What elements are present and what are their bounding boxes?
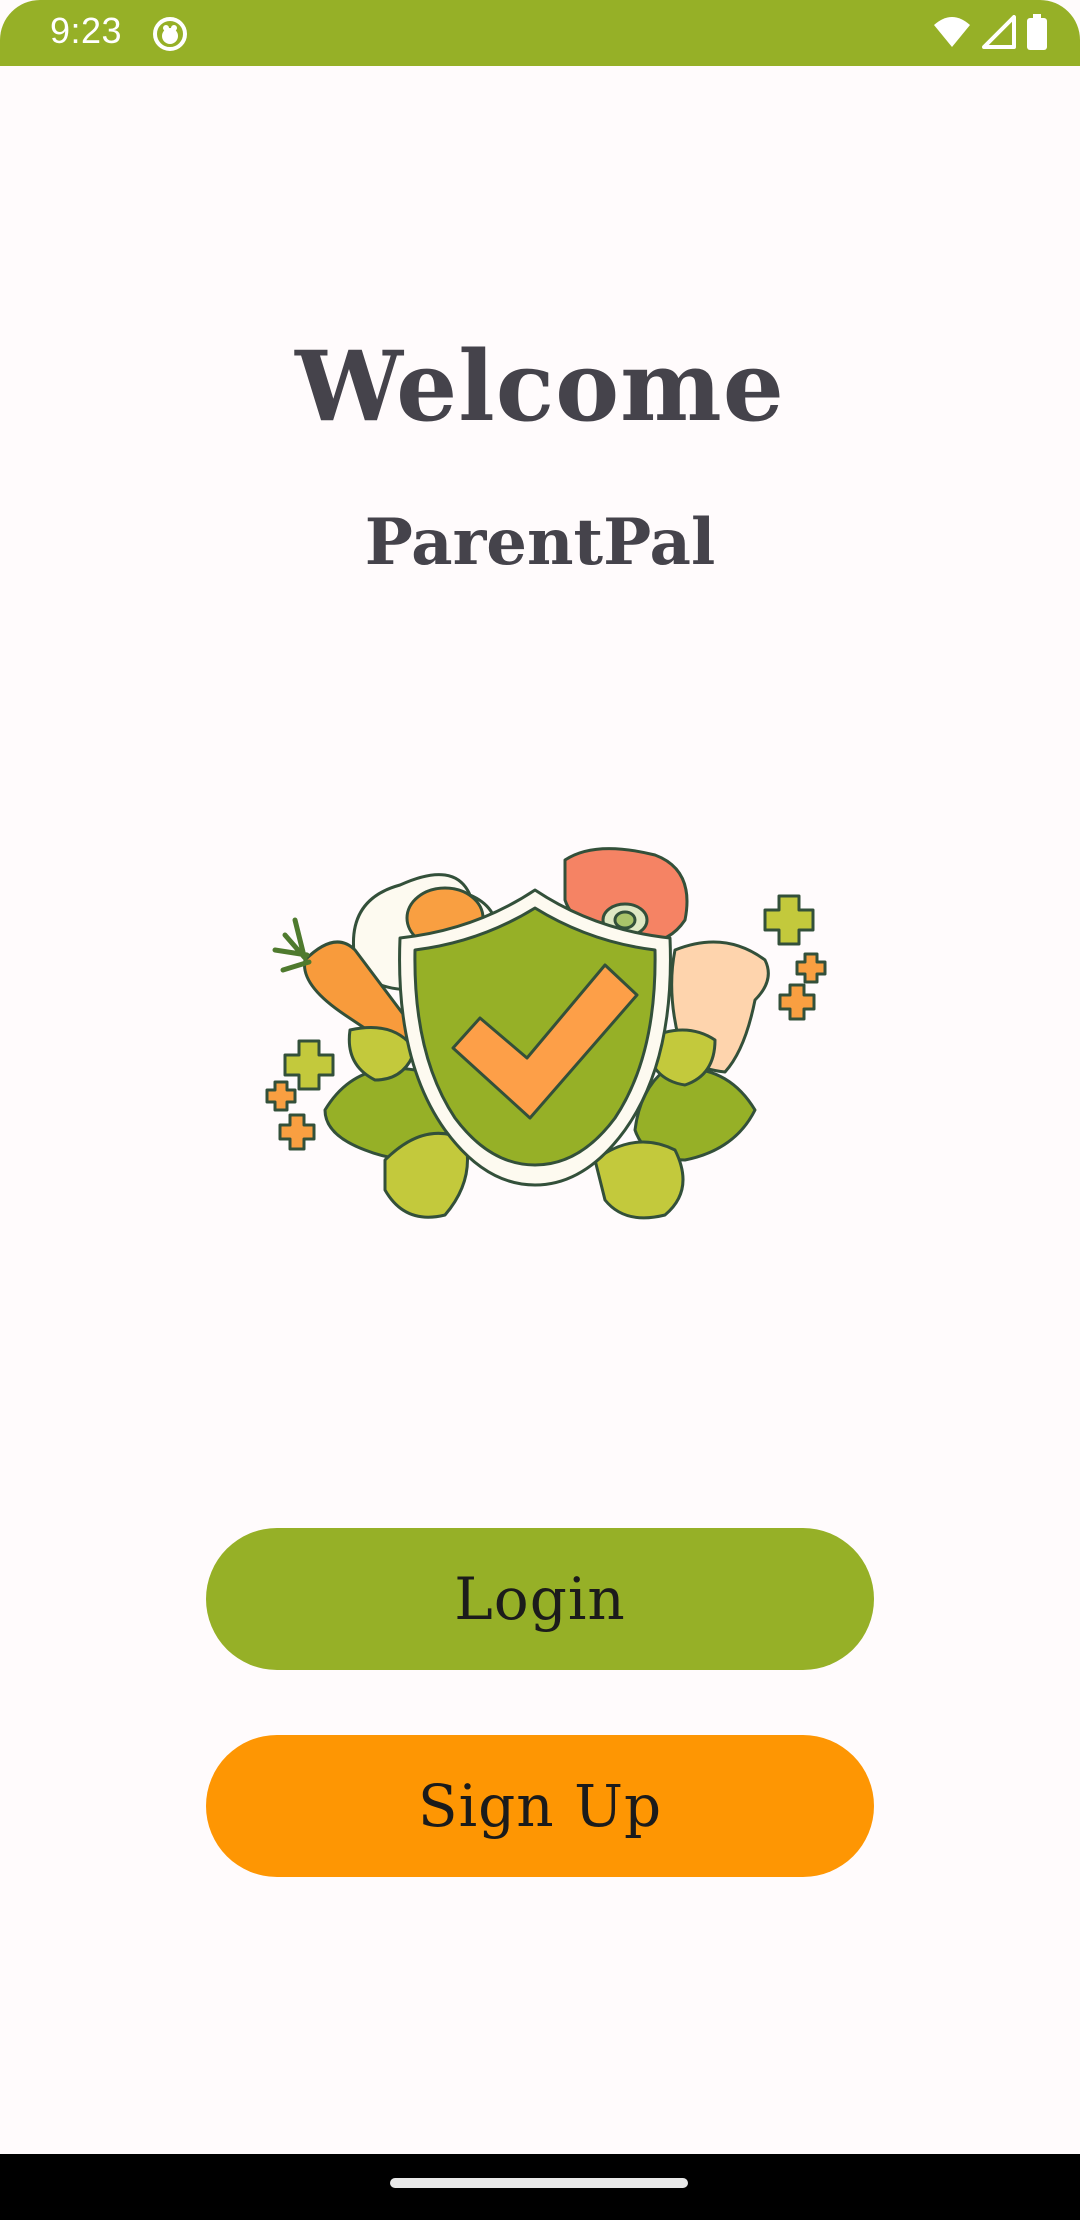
signup-button[interactable]: Sign Up	[206, 1735, 874, 1877]
home-gesture-handle[interactable]	[390, 2178, 688, 2188]
login-button[interactable]: Login	[206, 1528, 874, 1670]
app-notification-icon	[152, 16, 188, 52]
food-safety-shield-icon	[245, 840, 835, 1235]
welcome-title: Welcome	[295, 330, 785, 443]
navigation-bar	[0, 2154, 1080, 2220]
app-name: ParentPal	[364, 505, 716, 580]
cell-signal-icon	[982, 15, 1016, 53]
wifi-icon	[932, 15, 972, 53]
status-bar: 9:23	[0, 0, 1080, 66]
status-time: 9:23	[50, 10, 123, 51]
status-icons	[932, 14, 1048, 54]
battery-icon	[1026, 14, 1048, 54]
